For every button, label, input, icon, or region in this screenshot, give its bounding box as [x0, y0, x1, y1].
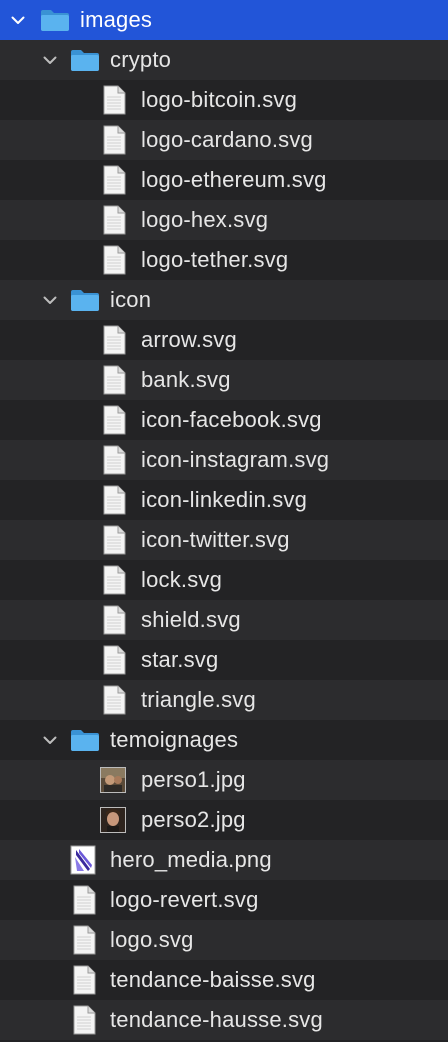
folder-label: icon [110, 287, 152, 312]
png-thumbnail-icon [70, 845, 96, 881]
file-row[interactable]: logo-bitcoin.svg [0, 80, 448, 120]
file-row[interactable]: tendance-hausse.svg [0, 1000, 448, 1040]
folder-label: images [80, 7, 153, 32]
svg-file-icon [72, 965, 96, 1001]
folder-row[interactable]: images [0, 0, 448, 40]
photo-thumbnail-icon [100, 767, 126, 793]
svg-file-icon [72, 885, 96, 921]
svg-file-icon [102, 205, 126, 241]
svg-file-icon [102, 165, 126, 201]
file-row[interactable]: triangle.svg [0, 680, 448, 720]
chevron-down-icon[interactable] [40, 730, 60, 750]
file-label: logo-hex.svg [141, 207, 269, 232]
svg-file-icon [102, 605, 126, 641]
folder-icon [70, 727, 100, 759]
folder-icon [70, 287, 100, 319]
svg-file-icon [102, 325, 126, 361]
file-label: logo-revert.svg [110, 887, 259, 912]
file-row[interactable]: logo-cardano.svg [0, 120, 448, 160]
file-label: icon-twitter.svg [141, 527, 290, 552]
svg-file-icon [72, 925, 96, 961]
file-label: lock.svg [141, 567, 223, 592]
file-row[interactable]: icon-facebook.svg [0, 400, 448, 440]
file-row[interactable]: perso2.jpg [0, 800, 448, 840]
svg-file-icon [102, 405, 126, 441]
file-row[interactable]: icon-instagram.svg [0, 440, 448, 480]
photo-thumbnail-icon [100, 807, 126, 833]
file-row[interactable]: logo.svg [0, 920, 448, 960]
file-label: tendance-baisse.svg [110, 967, 316, 992]
file-row[interactable]: bank.svg [0, 360, 448, 400]
file-label: icon-facebook.svg [141, 407, 322, 432]
file-row[interactable]: perso1.jpg [0, 760, 448, 800]
file-label: bank.svg [141, 367, 231, 392]
folder-label: temoignages [110, 727, 239, 752]
folder-icon [40, 7, 70, 39]
file-label: triangle.svg [141, 687, 256, 712]
chevron-down-icon[interactable] [40, 290, 60, 310]
svg-file-icon [102, 365, 126, 401]
folder-row[interactable]: crypto [0, 40, 448, 80]
file-row[interactable]: arrow.svg [0, 320, 448, 360]
file-label: perso2.jpg [141, 807, 246, 832]
file-label: logo.svg [110, 927, 194, 952]
svg-file-icon [102, 645, 126, 681]
file-row[interactable]: icon-twitter.svg [0, 520, 448, 560]
file-label: logo-cardano.svg [141, 127, 313, 152]
file-row[interactable]: star.svg [0, 640, 448, 680]
svg-file-icon [102, 685, 126, 721]
file-label: shield.svg [141, 607, 241, 632]
svg-file-icon [102, 85, 126, 121]
file-label: logo-ethereum.svg [141, 167, 327, 192]
folder-row[interactable]: temoignages [0, 720, 448, 760]
file-label: arrow.svg [141, 327, 237, 352]
file-label: hero_media.png [110, 847, 272, 872]
file-row[interactable]: shield.svg [0, 600, 448, 640]
file-label: icon-linkedin.svg [141, 487, 308, 512]
svg-file-icon [72, 1005, 96, 1041]
file-row[interactable]: logo-ethereum.svg [0, 160, 448, 200]
folder-icon [70, 47, 100, 79]
file-row[interactable]: tendance-baisse.svg [0, 960, 448, 1000]
file-row[interactable]: lock.svg [0, 560, 448, 600]
folder-label: crypto [110, 47, 172, 72]
file-row[interactable]: logo-hex.svg [0, 200, 448, 240]
svg-file-icon [102, 485, 126, 521]
file-tree: images crypto logo-bitcoin.svg logo-card… [0, 0, 448, 1042]
file-label: logo-bitcoin.svg [141, 87, 298, 112]
file-row[interactable]: icon-linkedin.svg [0, 480, 448, 520]
svg-file-icon [102, 245, 126, 281]
chevron-down-icon[interactable] [40, 50, 60, 70]
file-row[interactable]: logo-revert.svg [0, 880, 448, 920]
svg-file-icon [102, 445, 126, 481]
file-label: star.svg [141, 647, 219, 672]
chevron-down-icon[interactable] [8, 10, 28, 30]
file-label: icon-instagram.svg [141, 447, 330, 472]
svg-file-icon [102, 525, 126, 561]
file-row[interactable]: logo-tether.svg [0, 240, 448, 280]
file-label: tendance-hausse.svg [110, 1007, 323, 1032]
file-label: logo-tether.svg [141, 247, 289, 272]
svg-file-icon [102, 125, 126, 161]
folder-row[interactable]: icon [0, 280, 448, 320]
file-label: perso1.jpg [141, 767, 246, 792]
file-row[interactable]: hero_media.png [0, 840, 448, 880]
svg-file-icon [102, 565, 126, 601]
